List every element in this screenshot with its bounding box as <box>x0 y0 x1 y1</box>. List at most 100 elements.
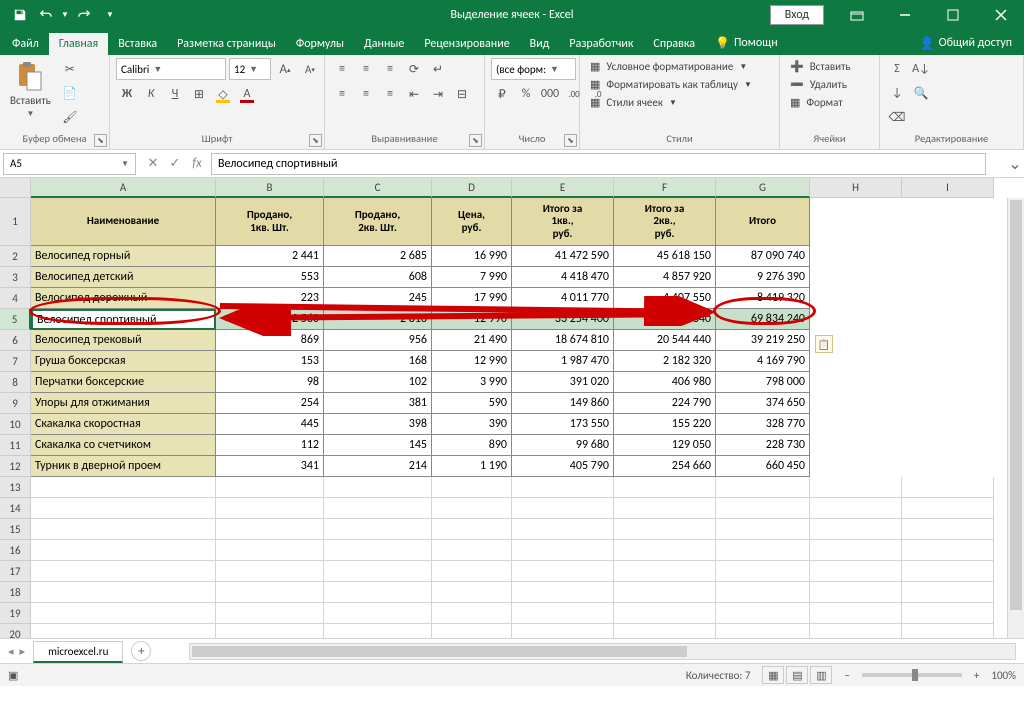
row-header-6[interactable]: 6 <box>0 330 31 351</box>
cell[interactable] <box>31 624 216 638</box>
cell[interactable]: 17 990 <box>432 288 512 309</box>
zoom-in-button[interactable]: + <box>974 669 979 682</box>
cell[interactable]: Велосипед детский <box>31 267 216 288</box>
cell[interactable]: 398 <box>324 414 432 435</box>
cell[interactable]: 590 <box>432 393 512 414</box>
redo-icon[interactable] <box>72 3 96 27</box>
cell[interactable]: 9 276 390 <box>716 267 810 288</box>
col-header-H[interactable]: H <box>810 178 902 198</box>
align-dialog[interactable]: ⬊ <box>469 134 482 147</box>
font-size-combo[interactable]: 12▼ <box>229 58 271 80</box>
cell[interactable] <box>216 477 324 498</box>
maximize-button[interactable] <box>930 0 976 30</box>
fx-icon[interactable]: fx <box>187 154 207 174</box>
cell[interactable] <box>31 519 216 540</box>
format-painter-button[interactable]: 🖌 <box>59 106 81 128</box>
formula-bar[interactable]: Велосипед спортивный <box>211 153 986 175</box>
cell[interactable] <box>614 498 716 519</box>
format-as-table-button[interactable]: ▦Форматировать как таблицу▼ <box>586 76 756 93</box>
cell[interactable] <box>324 540 432 561</box>
wrap-text-button[interactable]: ↵ <box>427 58 449 80</box>
cell[interactable] <box>432 540 512 561</box>
delete-cells-button[interactable]: ➖Удалить <box>786 76 851 93</box>
cell[interactable]: 149 860 <box>512 393 614 414</box>
format-cells-button[interactable]: ▦Формат <box>786 94 847 111</box>
cell[interactable] <box>614 561 716 582</box>
cell[interactable] <box>432 477 512 498</box>
zoom-out-button[interactable]: − <box>844 669 849 682</box>
cell[interactable]: 553 <box>216 267 324 288</box>
cell[interactable] <box>810 561 902 582</box>
tab-developer[interactable]: Разработчик <box>559 33 643 55</box>
col-header-D[interactable]: D <box>432 178 512 198</box>
orientation-button[interactable]: ⟳ <box>403 58 425 80</box>
cell[interactable]: 1 987 470 <box>512 351 614 372</box>
cell[interactable]: 2 816 <box>324 309 432 330</box>
tab-view[interactable]: Вид <box>520 33 560 55</box>
number-dialog[interactable]: ⬊ <box>564 134 577 147</box>
cell[interactable] <box>810 582 902 603</box>
cell[interactable] <box>324 624 432 638</box>
cell[interactable]: Наименование <box>31 198 216 246</box>
cell[interactable]: Велосипед горный <box>31 246 216 267</box>
cell[interactable] <box>902 624 994 638</box>
clear-button[interactable]: ⌫ <box>886 106 908 128</box>
italic-button[interactable]: К <box>140 83 162 105</box>
align-top-button[interactable]: ≡ <box>331 58 353 80</box>
cell[interactable] <box>512 498 614 519</box>
cell[interactable]: 33 254 400 <box>512 309 614 330</box>
percent-button[interactable]: % <box>515 83 537 105</box>
cell[interactable]: 69 834 240 <box>716 309 810 330</box>
cell[interactable]: Итого <box>716 198 810 246</box>
row-header-8[interactable]: 8 <box>0 372 31 393</box>
col-header-B[interactable]: B <box>216 178 324 198</box>
cell[interactable]: Груша боксерская <box>31 351 216 372</box>
font-name-combo[interactable]: Calibri▼ <box>116 58 226 80</box>
page-layout-view-button[interactable]: ▤ <box>786 666 808 684</box>
cell[interactable] <box>216 603 324 624</box>
cell[interactable]: 102 <box>324 372 432 393</box>
fill-button[interactable]: ↓ <box>886 82 908 104</box>
row-header-20[interactable]: 20 <box>0 624 31 638</box>
cell[interactable]: 153 <box>216 351 324 372</box>
cell[interactable]: 3 990 <box>432 372 512 393</box>
cell[interactable] <box>31 477 216 498</box>
row-header-17[interactable]: 17 <box>0 561 31 582</box>
tab-review[interactable]: Рецензирование <box>414 33 519 55</box>
cell[interactable] <box>324 498 432 519</box>
cell[interactable] <box>716 519 810 540</box>
decrease-font-button[interactable]: A▾ <box>299 58 321 80</box>
zoom-slider[interactable] <box>862 673 962 677</box>
new-sheet-button[interactable]: + <box>131 641 151 661</box>
row-header-5[interactable]: 5 <box>0 309 31 330</box>
align-left-button[interactable]: ≡ <box>331 83 353 105</box>
cell[interactable] <box>902 603 994 624</box>
fill-color-button[interactable]: ◇ <box>212 83 234 105</box>
cell[interactable]: 41 472 590 <box>512 246 614 267</box>
row-header-7[interactable]: 7 <box>0 351 31 372</box>
cell[interactable] <box>432 582 512 603</box>
font-color-button[interactable]: A <box>236 83 258 105</box>
comma-button[interactable]: 000 <box>539 83 561 105</box>
font-dialog[interactable]: ⬊ <box>309 134 322 147</box>
cell[interactable] <box>716 540 810 561</box>
cell[interactable]: 254 660 <box>614 456 716 477</box>
cell[interactable]: 1 190 <box>432 456 512 477</box>
cell[interactable]: 214 <box>324 456 432 477</box>
col-header-F[interactable]: F <box>614 178 716 198</box>
col-header-G[interactable]: G <box>716 178 810 198</box>
name-box[interactable]: A5▼ <box>3 153 136 175</box>
cell[interactable]: 98 <box>216 372 324 393</box>
cell[interactable]: Продано,1кв. Шт. <box>216 198 324 246</box>
cell[interactable] <box>716 561 810 582</box>
cell[interactable]: 254 <box>216 393 324 414</box>
cell[interactable]: 224 790 <box>614 393 716 414</box>
cell[interactable] <box>716 477 810 498</box>
cell[interactable]: 12 990 <box>432 309 512 330</box>
cell[interactable]: Продано,2кв. Шт. <box>324 198 432 246</box>
cell[interactable] <box>324 561 432 582</box>
cell[interactable] <box>324 603 432 624</box>
cell[interactable] <box>716 624 810 638</box>
cell[interactable]: 21 490 <box>432 330 512 351</box>
cell[interactable]: 223 <box>216 288 324 309</box>
